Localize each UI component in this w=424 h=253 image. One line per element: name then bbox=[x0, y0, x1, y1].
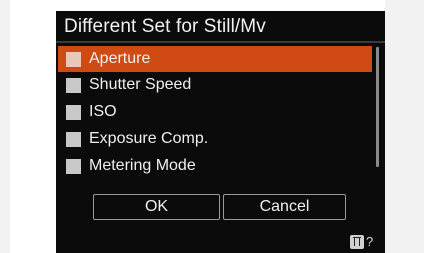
list-item-shutter-speed[interactable]: Shutter Speed bbox=[58, 72, 372, 98]
item-label: ISO bbox=[89, 103, 117, 120]
right-margin bbox=[385, 0, 424, 253]
item-label: Exposure Comp. bbox=[89, 130, 209, 147]
item-label: Aperture bbox=[89, 50, 151, 67]
checkbox-aperture[interactable] bbox=[66, 51, 81, 67]
menu-title: Different Set for Still/Mv bbox=[64, 16, 266, 37]
checkbox-shutter-speed[interactable] bbox=[66, 77, 81, 93]
camera-menu-screen: Different Set for Still/Mv Aperture Shut… bbox=[56, 11, 385, 253]
left-margin bbox=[0, 0, 10, 253]
list-item-metering-mode[interactable]: Metering Mode bbox=[58, 153, 372, 179]
list-item-exposure-comp[interactable]: Exposure Comp. bbox=[58, 126, 372, 152]
title-divider bbox=[56, 41, 385, 43]
cancel-button[interactable]: Cancel bbox=[223, 194, 346, 220]
checkbox-metering-mode[interactable] bbox=[66, 158, 81, 174]
help-hint: ? bbox=[350, 234, 373, 249]
checkbox-exposure-comp[interactable] bbox=[66, 131, 81, 147]
help-symbol: ? bbox=[366, 234, 374, 249]
list-item-iso[interactable]: ISO bbox=[58, 99, 372, 125]
ok-button[interactable]: OK bbox=[93, 194, 220, 220]
checkbox-iso[interactable] bbox=[66, 104, 81, 120]
list-item-aperture[interactable]: Aperture bbox=[58, 46, 372, 72]
trash-help-icon bbox=[350, 234, 364, 249]
item-label: Metering Mode bbox=[89, 157, 196, 174]
scrollbar[interactable] bbox=[376, 47, 379, 167]
item-label: Shutter Speed bbox=[89, 76, 192, 93]
